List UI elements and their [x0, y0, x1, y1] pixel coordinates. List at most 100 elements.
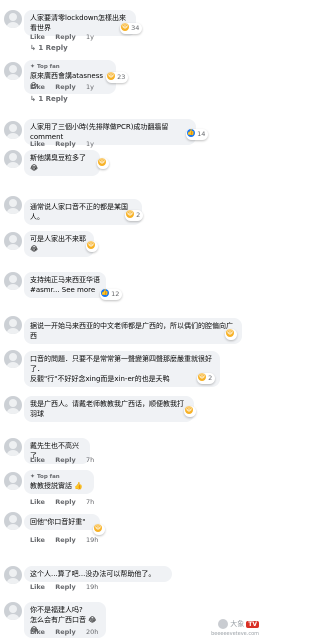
- reply-button[interactable]: Reply: [55, 583, 76, 591]
- top-fan-badge: ✦ Top fan: [30, 63, 60, 70]
- comment-actions: Like Reply 7h: [30, 456, 102, 464]
- comment-time: 19h: [86, 583, 99, 591]
- like-reaction-icon: 👍: [101, 289, 109, 297]
- like-button[interactable]: Like: [30, 536, 45, 544]
- avatar[interactable]: [4, 316, 22, 334]
- reply-button[interactable]: Reply: [55, 140, 76, 148]
- comment-actions: Like Reply 1y: [30, 83, 102, 91]
- comment-text: 斯他講臭豆粒多了 😂: [30, 154, 86, 172]
- comment-actions: Like Reply 19h: [30, 583, 106, 591]
- comment-time: 20h: [86, 628, 99, 636]
- avatar[interactable]: [4, 121, 22, 139]
- haha-reaction-icon: 😆: [94, 524, 102, 532]
- haha-reaction-icon: 😆: [107, 72, 115, 80]
- like-button[interactable]: Like: [30, 456, 45, 464]
- watermark-url: beeeeeveteve.com: [211, 631, 259, 637]
- avatar[interactable]: [4, 438, 22, 456]
- reply-button[interactable]: Reply: [55, 628, 76, 636]
- comment-actions: Like Reply 19h: [30, 536, 106, 544]
- avatar[interactable]: [4, 10, 22, 28]
- reaction-count[interactable]: 👍 12: [100, 289, 123, 300]
- avatar[interactable]: [4, 472, 22, 490]
- comment-text: 我是广西人。请戴老师教教我广西话，顺便教我打羽球: [30, 400, 184, 418]
- reaction-count[interactable]: 😆 34: [120, 23, 143, 34]
- haha-reaction-icon: 😆: [185, 406, 193, 414]
- haha-reaction-icon: 😆: [126, 210, 134, 218]
- reply-button[interactable]: Reply: [55, 456, 76, 464]
- comment-bubble: 斯他講臭豆粒多了 😂: [24, 150, 100, 176]
- reaction-count[interactable]: 👍 14: [186, 129, 209, 140]
- comment-bubble: 口音的問題．只要不是常常第一聲變第四聲那麼嚴重就很好了． 反觀"行"不好好念xi…: [24, 351, 220, 387]
- like-button[interactable]: Like: [30, 498, 45, 506]
- haha-reaction-icon: 😆: [226, 329, 234, 337]
- comment-time: 7h: [86, 498, 95, 506]
- comment-time: 1y: [86, 83, 94, 91]
- comment-text: 口音的問題．只要不是常常第一聲變第四聲那麼嚴重就很好了． 反觀"行"不好好念xi…: [30, 355, 212, 383]
- comment-time: 7h: [86, 456, 95, 464]
- comment-time: 1y: [86, 140, 94, 148]
- haha-reaction-icon: 😆: [198, 373, 206, 381]
- reaction-count[interactable]: 😆: [225, 329, 237, 340]
- top-fan-icon: ✦: [30, 473, 36, 480]
- reaction-count[interactable]: 😆 23: [106, 72, 129, 83]
- reaction-count[interactable]: 😆: [184, 406, 196, 417]
- play-icon: [218, 619, 229, 629]
- comment-time: 19h: [86, 536, 99, 544]
- comment-actions: Like Reply 1y: [30, 140, 102, 148]
- comment-bubble: ✦ Top fan 教教授説實話 👍: [24, 470, 94, 494]
- top-fan-icon: ✦: [30, 63, 36, 70]
- comment-text: 人家要清零lockdown怎樣出來看世界: [30, 14, 127, 32]
- view-replies-link[interactable]: ↳ 1 Reply: [30, 95, 68, 103]
- like-button[interactable]: Like: [30, 583, 45, 591]
- watermark: 大象 TV beeeeeveteve.com: [211, 619, 259, 637]
- avatar[interactable]: [4, 350, 22, 368]
- avatar[interactable]: [4, 150, 22, 168]
- comment-bubble: 这个人...算了吧...没办法可以帮助他了。: [24, 566, 172, 582]
- comment-actions: Like Reply 20h: [30, 628, 106, 636]
- reply-button[interactable]: Reply: [55, 498, 76, 506]
- comment-text: 这个人...算了吧...没办法可以帮助他了。: [30, 570, 156, 578]
- avatar[interactable]: [4, 62, 22, 80]
- comment-time: 1y: [86, 33, 94, 41]
- comment-actions: Like Reply 1y: [30, 33, 102, 41]
- reply-button[interactable]: Reply: [55, 536, 76, 544]
- haha-reaction-icon: 😆: [121, 23, 129, 31]
- comment-text: 可是人家出不来耶 😂: [30, 235, 86, 253]
- avatar[interactable]: [4, 196, 22, 214]
- avatar[interactable]: [4, 602, 22, 620]
- comment-text: 教教授説實話 👍: [30, 482, 83, 490]
- avatar[interactable]: [4, 566, 22, 584]
- like-button[interactable]: Like: [30, 628, 45, 636]
- haha-reaction-icon: 😆: [98, 158, 106, 166]
- reaction-count[interactable]: 😆: [97, 158, 109, 169]
- avatar[interactable]: [4, 512, 22, 530]
- comment-bubble: 回他"你口音好重": [24, 514, 100, 530]
- like-button[interactable]: Like: [30, 33, 45, 41]
- view-replies-link[interactable]: ↳ 1 Reply: [30, 44, 68, 52]
- comment-bubble: 我是广西人。请戴老师教教我广西话，顺便教我打羽球: [24, 396, 194, 422]
- comment-bubble: 支持纯正马来西亚华语 #asmr... See more: [24, 272, 106, 298]
- comment-text: 人家用了三個小時(先排隊做PCR)成功翻牆留comment: [30, 123, 169, 141]
- reply-button[interactable]: Reply: [55, 83, 76, 91]
- avatar[interactable]: [4, 272, 22, 290]
- comment-bubble: 通常说人家口音不正的都是某国人。: [24, 199, 142, 225]
- haha-reaction-icon: 😆: [87, 241, 95, 249]
- reaction-count[interactable]: 😆 2: [125, 210, 144, 221]
- reaction-count[interactable]: 😆: [93, 524, 105, 535]
- comment-text: 回他"你口音好重": [30, 518, 86, 526]
- avatar[interactable]: [4, 232, 22, 250]
- tv-badge: TV: [246, 621, 259, 628]
- comment-text: 据说一开始马来西亚的中文老师都是广西的，所以偶们的腔偏向广西: [30, 322, 233, 340]
- comment-actions: Like Reply 7h: [30, 498, 102, 506]
- reaction-count[interactable]: 😆: [86, 241, 98, 252]
- reaction-count[interactable]: 😆 2: [197, 373, 216, 384]
- avatar[interactable]: [4, 396, 22, 414]
- like-reaction-icon: 👍: [187, 129, 195, 137]
- comment-bubble: 据说一开始马来西亚的中文老师都是广西的，所以偶们的腔偏向广西: [24, 318, 242, 344]
- comment-text: 通常说人家口音不正的都是某国人。: [30, 203, 128, 221]
- like-button[interactable]: Like: [30, 83, 45, 91]
- comment-bubble: 可是人家出不来耶 😂: [24, 231, 94, 257]
- reply-button[interactable]: Reply: [55, 33, 76, 41]
- like-button[interactable]: Like: [30, 140, 45, 148]
- comment-text: 支持纯正马来西亚华语 #asmr... See more: [30, 276, 100, 294]
